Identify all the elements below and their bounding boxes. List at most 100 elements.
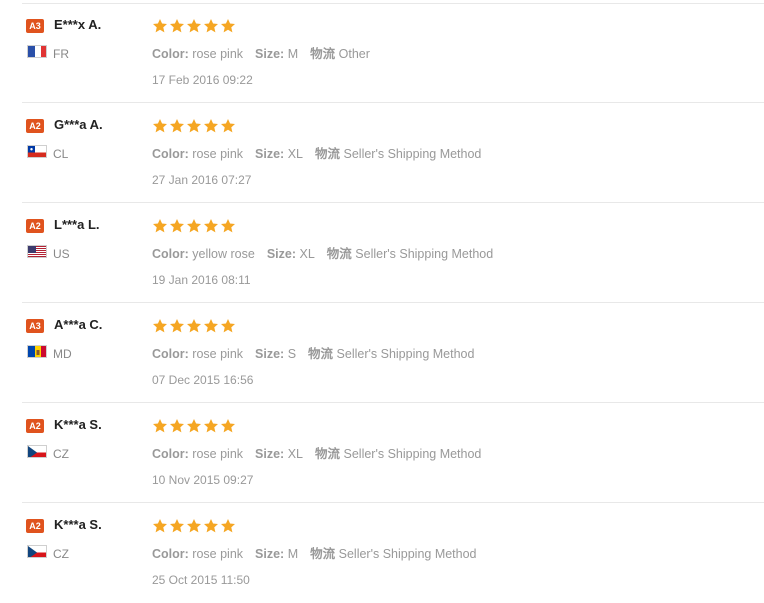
review-item: A2 G***a A. CL Color: rose pink Size: XL 物…: [0, 103, 764, 203]
star-icon: [204, 519, 218, 533]
size-label: Size:: [255, 547, 285, 561]
cz-flag-icon: [27, 445, 47, 458]
size-value: M: [287, 47, 299, 61]
star-icon: [187, 319, 201, 333]
rating-stars: [152, 418, 236, 434]
shipping-value: Seller's Shipping Method: [336, 347, 475, 361]
star-icon: [204, 19, 218, 33]
color-label: Color:: [152, 347, 189, 361]
star-icon: [221, 119, 235, 133]
star-icon: [221, 219, 235, 233]
size-value: S: [287, 347, 297, 361]
order-attributes: Color: rose pink Size: M 物流 Seller's Shipp…: [152, 543, 477, 562]
review-date: 10 Nov 2015 09:27: [152, 473, 254, 487]
star-icon: [187, 419, 201, 433]
star-icon: [221, 419, 235, 433]
color-label: Color:: [152, 547, 189, 561]
size-value: XL: [287, 447, 303, 461]
review-item: A2 L***a L. US Color: yellow rose Size: X…: [0, 203, 764, 303]
shipping-value: Seller's Shipping Method: [355, 247, 494, 261]
star-icon: [170, 519, 184, 533]
review-date: 07 Dec 2015 16:56: [152, 373, 254, 387]
size-label: Size:: [255, 47, 285, 61]
star-icon: [170, 319, 184, 333]
color-value: rose pink: [192, 447, 244, 461]
star-icon: [221, 19, 235, 33]
star-icon: [221, 319, 235, 333]
star-icon: [204, 119, 218, 133]
shipping-value: Seller's Shipping Method: [338, 547, 477, 561]
buyer-level-badge: A2: [26, 219, 44, 233]
shipping-label: 物流: [310, 547, 336, 561]
color-value: rose pink: [192, 347, 244, 361]
star-icon: [187, 519, 201, 533]
order-attributes: Color: rose pink Size: S 物流 Seller's Shipp…: [152, 343, 474, 362]
size-value: XL: [299, 247, 315, 261]
rating-stars: [152, 318, 236, 334]
order-attributes: Color: rose pink Size: XL 物流 Seller's Ship…: [152, 143, 481, 162]
buyer-level-badge: A3: [26, 319, 44, 333]
review-item: A3 A***a C. MD Color: rose pink Size: S 物流…: [0, 303, 764, 403]
star-icon: [187, 119, 201, 133]
color-value: rose pink: [192, 147, 244, 161]
star-icon: [170, 219, 184, 233]
color-value: rose pink: [192, 547, 244, 561]
buyer-country: CZ: [53, 447, 69, 461]
size-label: Size:: [266, 247, 297, 261]
buyer-level-badge: A2: [26, 119, 44, 133]
rating-stars: [152, 518, 236, 534]
star-icon: [170, 119, 184, 133]
buyer-name: E***x A.: [54, 17, 102, 32]
color-label: Color:: [152, 447, 189, 461]
review-date: 17 Feb 2016 09:22: [152, 73, 253, 87]
color-label: Color:: [152, 47, 189, 61]
size-value: M: [287, 547, 299, 561]
rating-stars: [152, 118, 236, 134]
order-attributes: Color: rose pink Size: M 物流 Other: [152, 43, 370, 62]
buyer-name: L***a L.: [54, 217, 100, 232]
size-value: XL: [287, 147, 303, 161]
us-flag-icon: [27, 245, 47, 258]
review-date: 27 Jan 2016 07:27: [152, 173, 252, 187]
star-icon: [187, 19, 201, 33]
color-value: yellow rose: [192, 247, 255, 261]
buyer-name: A***a C.: [54, 317, 103, 332]
buyer-level-badge: A2: [26, 519, 44, 533]
review-date: 19 Jan 2016 08:11: [152, 273, 251, 287]
star-icon: [204, 219, 218, 233]
order-attributes: Color: rose pink Size: XL 物流 Seller's Ship…: [152, 443, 481, 462]
buyer-name: K***a S.: [54, 417, 102, 432]
star-icon: [153, 19, 167, 33]
star-icon: [170, 19, 184, 33]
size-label: Size:: [255, 147, 285, 161]
star-icon: [153, 219, 167, 233]
order-attributes: Color: yellow rose Size: XL 物流 Seller's Sh…: [152, 243, 493, 262]
md-flag-icon: [27, 345, 47, 358]
star-icon: [187, 219, 201, 233]
buyer-country: MD: [53, 347, 72, 361]
rating-stars: [152, 18, 236, 34]
star-icon: [153, 419, 167, 433]
shipping-label: 物流: [326, 247, 352, 261]
color-label: Color:: [152, 247, 189, 261]
shipping-value: Seller's Shipping Method: [343, 447, 482, 461]
review-item: A2 K***a S. CZ Color: rose pink Size: XL 物…: [0, 403, 764, 503]
cz-flag-icon: [27, 545, 47, 558]
buyer-name: K***a S.: [54, 517, 102, 532]
buyer-country: CZ: [53, 547, 69, 561]
color-label: Color:: [152, 147, 189, 161]
star-icon: [204, 419, 218, 433]
shipping-label: 物流: [315, 447, 341, 461]
review-date: 25 Oct 2015 11:50: [152, 573, 250, 587]
buyer-level-badge: A3: [26, 19, 44, 33]
buyer-country: CL: [53, 147, 69, 161]
color-value: rose pink: [192, 47, 244, 61]
buyer-level-badge: A2: [26, 419, 44, 433]
buyer-country: US: [53, 247, 70, 261]
review-item: A3 E***x A. FR Color: rose pink Size: M 物流…: [0, 3, 764, 103]
shipping-label: 物流: [315, 147, 341, 161]
star-icon: [221, 519, 235, 533]
star-icon: [153, 519, 167, 533]
shipping-label: 物流: [310, 47, 336, 61]
star-icon: [153, 119, 167, 133]
